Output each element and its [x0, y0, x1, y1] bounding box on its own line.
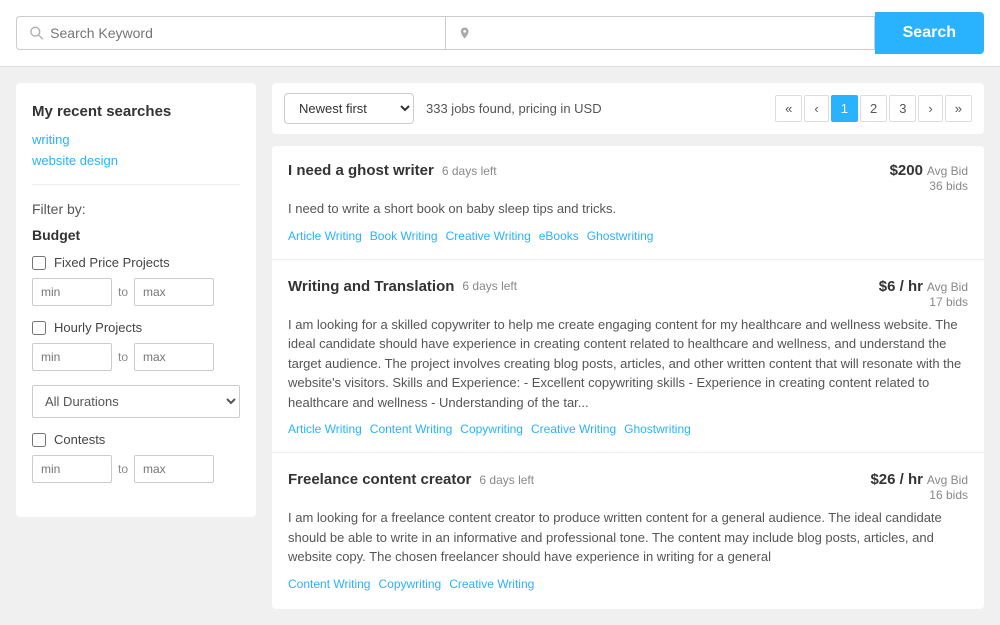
- pagination-page-3[interactable]: 3: [889, 95, 916, 122]
- job-time-3: 6 days left: [479, 473, 534, 487]
- sidebar: My recent searches writing website desig…: [16, 83, 256, 517]
- fixed-price-row: Fixed Price Projects: [32, 255, 240, 270]
- tag-creative-writing-1[interactable]: Creative Writing: [446, 229, 531, 243]
- search-icon: [29, 25, 44, 41]
- results-header: Newest first Oldest first Highest budget…: [272, 83, 984, 134]
- budget-label: Budget: [32, 227, 240, 243]
- job-bid-info-1: $200 Avg Bid 36 bids: [838, 162, 968, 193]
- job-header-2: Writing and Translation 6 days left $6 /…: [288, 278, 968, 309]
- job-bid-info-2: $6 / hr Avg Bid 17 bids: [838, 278, 968, 309]
- results-count: 333 jobs found, pricing in USD: [426, 101, 763, 116]
- job-title-1[interactable]: I need a ghost writer: [288, 162, 434, 179]
- job-bid-info-3: $26 / hr Avg Bid 16 bids: [838, 471, 968, 502]
- job-bid-label-3: Avg Bid: [927, 473, 968, 487]
- job-bid-amount-3: $26 / hr: [870, 471, 923, 488]
- job-bid-count-1: 36 bids: [838, 179, 968, 193]
- sort-select[interactable]: Newest first Oldest first Highest budget…: [284, 93, 414, 124]
- hourly-max-input[interactable]: [134, 343, 214, 371]
- job-title-row-2: Writing and Translation 6 days left: [288, 278, 517, 295]
- tag-copywriting-2[interactable]: Copywriting: [460, 422, 523, 436]
- keyword-input-wrap: [16, 16, 445, 50]
- job-bid-label-2: Avg Bid: [927, 280, 968, 294]
- recent-search-website-design[interactable]: website design: [32, 153, 240, 168]
- contest-to-label: to: [118, 462, 128, 476]
- fixed-price-range: to: [32, 278, 240, 306]
- content-area: Newest first Oldest first Highest budget…: [272, 83, 984, 609]
- hourly-label: Hourly Projects: [54, 320, 142, 335]
- fixed-max-input[interactable]: [134, 278, 214, 306]
- location-input-wrap: Online Job: [445, 16, 875, 50]
- job-tags-3: Content Writing Copywriting Creative Wri…: [288, 577, 968, 591]
- job-desc-1: I need to write a short book on baby sle…: [288, 199, 968, 219]
- fixed-min-input[interactable]: [32, 278, 112, 306]
- sidebar-divider-1: [32, 184, 240, 185]
- contests-checkbox[interactable]: [32, 433, 46, 447]
- main-layout: My recent searches writing website desig…: [0, 67, 1000, 625]
- pagination-last[interactable]: »: [945, 95, 972, 122]
- fixed-price-checkbox[interactable]: [32, 256, 46, 270]
- job-card-2: Writing and Translation 6 days left $6 /…: [272, 262, 984, 454]
- duration-select[interactable]: All Durations Less than 1 week 1-4 weeks…: [32, 385, 240, 418]
- job-bid-label-1: Avg Bid: [927, 164, 968, 178]
- pagination-page-1[interactable]: 1: [831, 95, 858, 122]
- job-tags-1: Article Writing Book Writing Creative Wr…: [288, 229, 968, 243]
- pagination-next[interactable]: ›: [918, 95, 942, 122]
- job-card-3: Freelance content creator 6 days left $2…: [272, 455, 984, 607]
- job-tags-2: Article Writing Content Writing Copywrit…: [288, 422, 968, 436]
- tag-article-writing-1[interactable]: Article Writing: [288, 229, 362, 243]
- job-header-1: I need a ghost writer 6 days left $200 A…: [288, 162, 968, 193]
- job-header-3: Freelance content creator 6 days left $2…: [288, 471, 968, 502]
- job-title-row-3: Freelance content creator 6 days left: [288, 471, 534, 488]
- contests-label: Contests: [54, 432, 105, 447]
- job-title-3[interactable]: Freelance content creator: [288, 471, 471, 488]
- hourly-min-input[interactable]: [32, 343, 112, 371]
- recent-search-writing[interactable]: writing: [32, 132, 240, 147]
- recent-searches-title: My recent searches: [32, 103, 240, 120]
- job-card-1: I need a ghost writer 6 days left $200 A…: [272, 146, 984, 260]
- tag-creative-writing-2[interactable]: Creative Writing: [531, 422, 616, 436]
- job-time-2: 6 days left: [462, 279, 517, 293]
- pagination-first[interactable]: «: [775, 95, 802, 122]
- pagination-page-2[interactable]: 2: [860, 95, 887, 122]
- tag-content-writing-3[interactable]: Content Writing: [288, 577, 370, 591]
- location-icon: [458, 26, 471, 40]
- job-bid-amount-1: $200: [890, 162, 923, 179]
- contest-min-input[interactable]: [32, 455, 112, 483]
- search-bar: Online Job Search: [0, 0, 1000, 67]
- tag-article-writing-2[interactable]: Article Writing: [288, 422, 362, 436]
- hourly-to-label: to: [118, 350, 128, 364]
- job-desc-3: I am looking for a freelance content cre…: [288, 508, 968, 567]
- hourly-row: Hourly Projects: [32, 320, 240, 335]
- location-input[interactable]: Online Job: [477, 25, 861, 41]
- tag-ghostwriting-1[interactable]: Ghostwriting: [587, 229, 654, 243]
- contest-max-input[interactable]: [134, 455, 214, 483]
- job-title-row-1: I need a ghost writer 6 days left: [288, 162, 497, 179]
- tag-book-writing-1[interactable]: Book Writing: [370, 229, 438, 243]
- pagination: « ‹ 1 2 3 › »: [775, 95, 972, 122]
- contests-range: to: [32, 455, 240, 483]
- jobs-container: I need a ghost writer 6 days left $200 A…: [272, 146, 984, 609]
- job-desc-2: I am looking for a skilled copywriter to…: [288, 315, 968, 413]
- contests-row: Contests: [32, 432, 240, 447]
- job-bid-count-2: 17 bids: [838, 295, 968, 309]
- filter-by-label: Filter by:: [32, 201, 240, 217]
- job-bid-count-3: 16 bids: [838, 488, 968, 502]
- hourly-checkbox[interactable]: [32, 321, 46, 335]
- search-button[interactable]: Search: [875, 12, 984, 54]
- hourly-range: to: [32, 343, 240, 371]
- fixed-to-label: to: [118, 285, 128, 299]
- job-bid-amount-2: $6 / hr: [879, 278, 923, 295]
- job-title-2[interactable]: Writing and Translation: [288, 278, 454, 295]
- pagination-prev[interactable]: ‹: [804, 95, 828, 122]
- tag-ebooks-1[interactable]: eBooks: [539, 229, 579, 243]
- fixed-price-label: Fixed Price Projects: [54, 255, 170, 270]
- search-keyword-input[interactable]: [50, 25, 433, 41]
- tag-ghostwriting-2[interactable]: Ghostwriting: [624, 422, 691, 436]
- tag-copywriting-3[interactable]: Copywriting: [378, 577, 441, 591]
- tag-creative-writing-3[interactable]: Creative Writing: [449, 577, 534, 591]
- tag-content-writing-2[interactable]: Content Writing: [370, 422, 452, 436]
- job-time-1: 6 days left: [442, 164, 497, 178]
